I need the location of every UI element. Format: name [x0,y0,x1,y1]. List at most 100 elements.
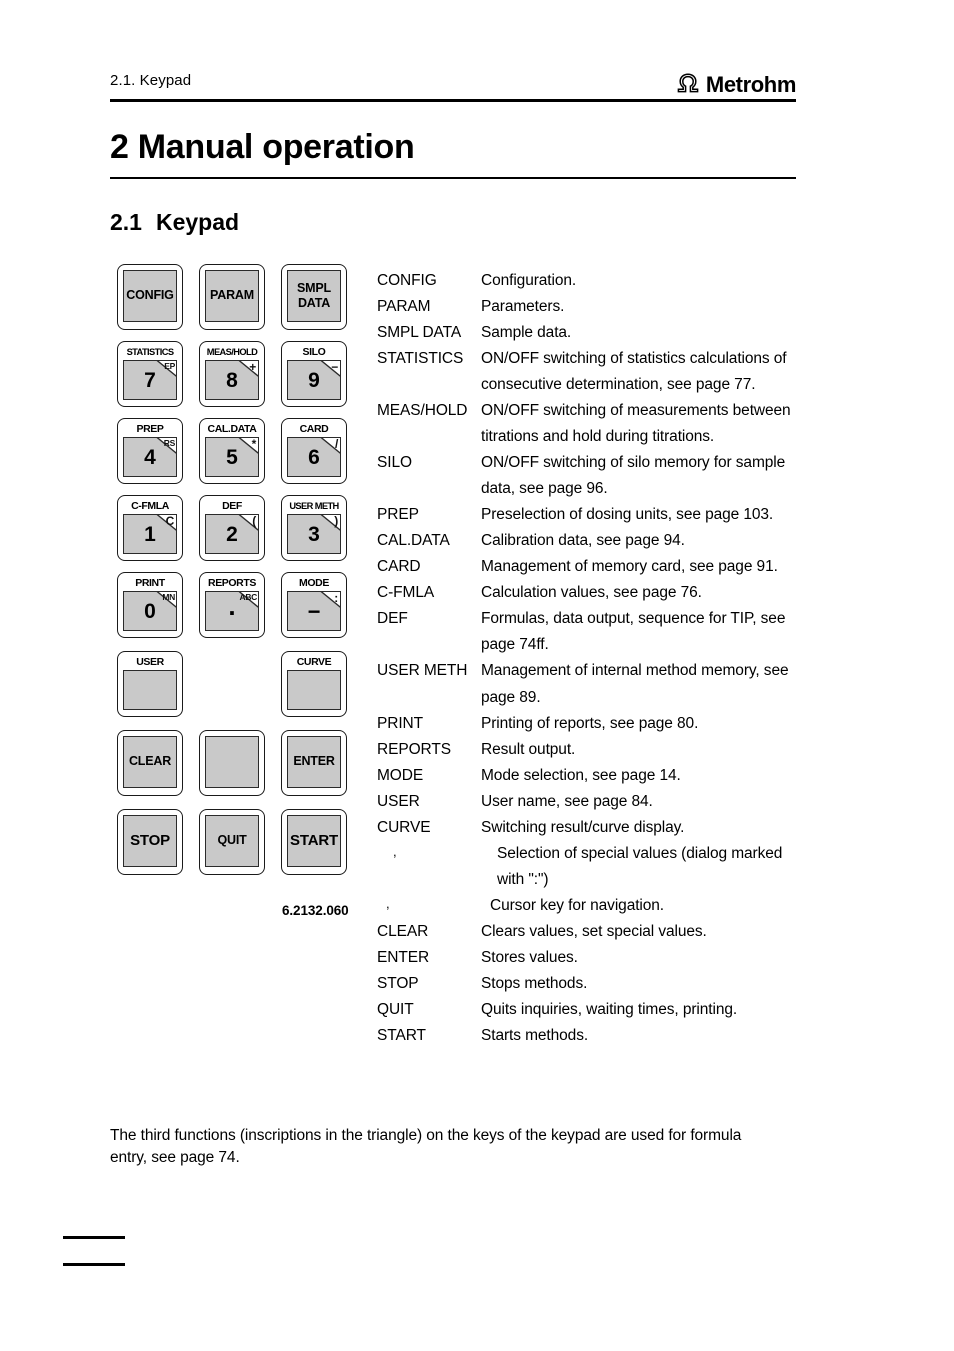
key-card-6[interactable]: CARD 6 / [281,418,347,484]
key-face [205,736,259,788]
key-description-definition: ON/OFF switching of silo memory for samp… [481,454,786,498]
key-param[interactable]: PARAM [199,264,265,330]
key-meas-hold-8[interactable]: MEAS/HOLD 8 + [199,341,265,407]
part-number-label: 6.2132.060 [282,903,349,918]
key-description-definition: Configuration. [481,272,577,289]
key-tab-label: MEAS/HOLD [205,345,259,360]
key-face: CLEAR [123,736,177,788]
key-user[interactable]: USER [117,651,183,717]
logo-wordmark: Metrohm [705,72,796,97]
key-description-row: PREP Preselection of dosing units, see pa… [377,502,797,528]
document-page: 2.1. Keypad Metrohm 2 Manual operation 2… [0,0,954,1351]
key-description-term: STOP [377,974,419,992]
key-third-function: RS [163,438,176,448]
omega-icon [675,72,701,94]
key-description-definition: Cursor key for navigation. [490,896,665,914]
key-tab-label: MODE [287,576,341,591]
key-def-2[interactable]: DEF 2 ( [199,495,265,561]
key-face [123,670,177,710]
key-description-term: , [393,843,397,859]
key-description-row: PARAM Parameters. [377,294,797,320]
key-third-function: ( [252,514,256,528]
key-description-row: STATISTICS ON/OFF switching of statistics… [377,346,797,398]
key-third-function: MN [162,592,175,602]
keypad-row: USER CURVE [117,651,357,717]
key-description-definition: Management of internal method memory, se… [481,662,789,706]
key-start[interactable]: START [281,809,347,875]
key-digit: 3 [308,523,320,546]
page-title: 2.1 Keypad [110,209,239,236]
key-c-fmla-1[interactable]: C-FMLA 1 C [117,495,183,561]
section-number: 2.1 [110,209,142,235]
key-description-row: , Selection of special values (dialog mar… [377,841,797,893]
key-description-definition: Switching result/curve display. [481,818,685,836]
key-third-function: C [165,514,175,528]
key-description-term: CURVE [377,818,431,836]
keypad-row: PRINT 0 MN REPORTS. ABC MODE −: [117,572,357,638]
key-description-row: SILO ON/OFF switching of silo memory for … [377,450,797,502]
key-description-definition: Stores values. [481,948,578,966]
key-description-term: REPORTS [377,740,451,758]
key-digit: − [307,599,321,624]
key-label: SMPL DATA [297,280,331,310]
key-description-list: CONFIG Configuration. PARAM Parameters. SMPL… [377,268,797,1049]
key-description-term: SILO [377,454,412,472]
key-blank-cursor-lower[interactable] [199,730,265,796]
key-description-row: START Starts methods. [377,1023,797,1049]
key-description-definition: Clears values, set special values. [481,922,707,940]
key-description-row: QUIT Quits inquiries, waiting times, prin… [377,997,797,1023]
key-description-term: START [377,1026,426,1044]
key-label: ENTER [293,754,335,769]
key-description-definition: Formulas, data output, sequence for TIP,… [481,610,786,654]
key-tab-label: DEF [205,499,259,514]
key-cal-data-5[interactable]: CAL.DATA 5 * [199,418,265,484]
key-digit: 2 [226,523,238,546]
key-description-definition: ON/OFF switching of statistics calculati… [481,350,787,394]
key-tab-label: CURVE [287,655,341,670]
key-enter[interactable]: ENTER [281,730,347,796]
key-description-row: CONFIG Configuration. [377,268,797,294]
key-curve[interactable]: CURVE [281,651,347,717]
key-face: SMPL DATA [287,270,341,322]
key-statistics-7[interactable]: STATISTICS 7 EP [117,341,183,407]
key-third-function: EP [164,361,175,371]
key-user-meth-3[interactable]: USER METH 3) [281,495,347,561]
key-reports-dot[interactable]: REPORTS. ABC [199,572,265,638]
key-description-definition: Starts methods. [481,1026,589,1044]
key-clear[interactable]: CLEAR [117,730,183,796]
key-smpl-data[interactable]: SMPL DATA [281,264,347,330]
key-print-0[interactable]: PRINT 0 MN [117,572,183,638]
key-label: CONFIG [126,288,174,303]
key-description-definition: ON/OFF switching of measurements between… [481,402,791,446]
key-quit[interactable]: QUIT [199,809,265,875]
key-description-row: , Cursor key for navigation. [377,893,797,919]
section-label: Keypad [155,209,240,235]
key-description-term: USER METH [377,662,468,680]
key-description-definition: Result output. [481,740,576,758]
key-description-term: C-FMLA [377,584,435,602]
key-tab-label: REPORTS [205,576,259,591]
key-prep-4[interactable]: PREP 4 RS [117,418,183,484]
key-description-definition: Printing of reports, see page 80. [481,714,699,732]
key-face: CONFIG [123,270,177,322]
key-stop[interactable]: STOP [117,809,183,875]
key-mode-minus[interactable]: MODE −: [281,572,347,638]
key-description-row: CLEAR Clears values, set special values. [377,919,797,945]
key-description-term: CLEAR [377,922,429,940]
key-description-term: MEAS/HOLD [377,402,468,420]
key-label: START [290,832,338,850]
keypad-row: CONFIG PARAM SMPL DATA [117,264,357,330]
footnote-text: The third functions (inscriptions in the… [110,1127,742,1167]
key-description-term: PRINT [377,714,424,732]
key-description-term: CAL.DATA [377,532,450,550]
key-config[interactable]: CONFIG [117,264,183,330]
crop-mark-lower [63,1263,125,1266]
key-third-function: ABC [239,592,257,602]
key-third-function: : [334,591,338,605]
key-description-row: CARD Management of memory card, see page … [377,554,797,580]
keypad-row: PREP 4 RS CAL.DATA 5 * CARD 6 / [117,418,357,484]
key-description-definition: Selection of special values (dialog mark… [497,844,783,888]
metrohm-logo: Metrohm [675,68,796,96]
key-description-row: C-FMLA Calculation values, see page 76. [377,580,797,606]
key-silo-9[interactable]: SILO 9− [281,341,347,407]
